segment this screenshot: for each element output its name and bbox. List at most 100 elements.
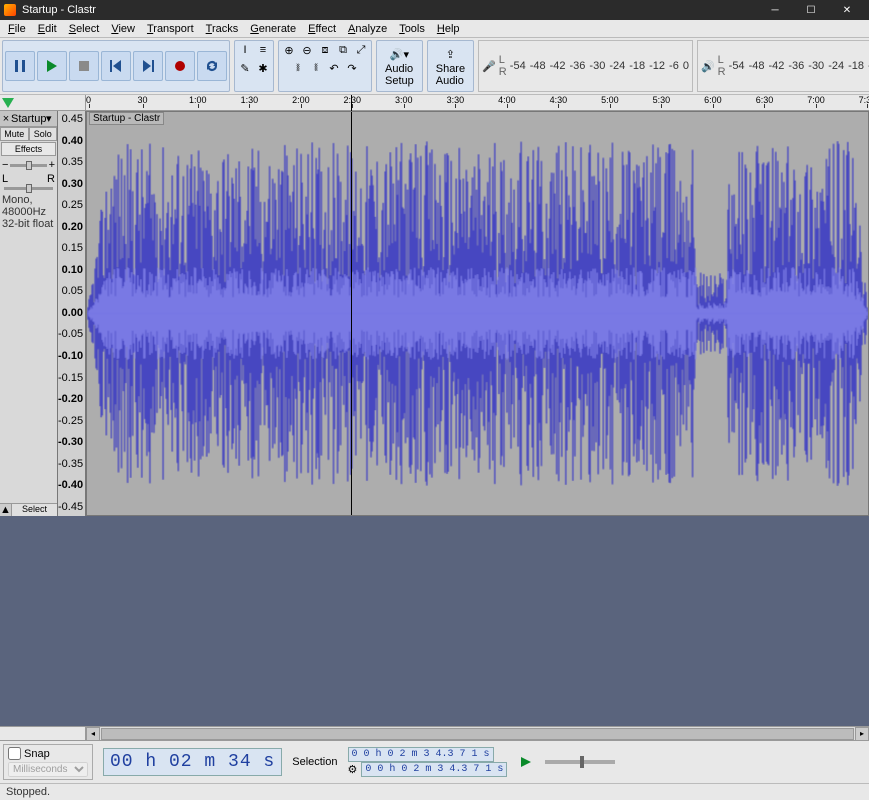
redo-button[interactable]: ↷ — [343, 60, 361, 76]
pause-button[interactable] — [5, 51, 35, 81]
scroll-left-button[interactable]: ◂ — [86, 727, 100, 741]
pan-slider-row — [0, 185, 57, 192]
track-name[interactable]: Startup - Clas — [11, 113, 46, 125]
app-icon — [4, 4, 16, 16]
setup-group: 🔊▾ Audio Setup — [376, 40, 423, 92]
skip-start-button[interactable] — [101, 51, 131, 81]
share-icon: ⇪ — [446, 45, 455, 63]
gain-slider[interactable] — [10, 164, 46, 167]
menu-select[interactable]: Select — [63, 22, 106, 36]
speaker-small-icon: 🔊 — [701, 60, 715, 73]
statusbar: Stopped. — [0, 783, 869, 800]
waveform-area[interactable]: Startup - Clastr — [86, 111, 869, 516]
minimize-button[interactable]: ─ — [757, 0, 793, 20]
mic-icon: 🎤 — [482, 60, 496, 73]
share-audio-button[interactable]: ⇪ Share Audio — [430, 43, 471, 89]
snap-unit-select[interactable]: Milliseconds — [8, 762, 88, 777]
record-meter-scale: -54-48-42-36-30-24-18-12-60 — [510, 60, 689, 72]
selection-end[interactable]: 0 0 h 0 2 m 3 4.3 7 1 s — [361, 762, 507, 777]
envelope-tool[interactable]: ≡ — [254, 42, 272, 58]
tools-group: I ≡ ✎ ✱ — [234, 40, 274, 92]
scroll-thumb[interactable] — [101, 728, 854, 740]
draw-tool[interactable]: ✎ — [236, 60, 254, 76]
track-format-info: Mono, 48000Hz 32-bit float — [0, 192, 57, 232]
zoom-in-button[interactable]: ⊕ — [280, 42, 298, 58]
window-title: Startup - Clastr — [22, 4, 757, 16]
record-button[interactable] — [165, 51, 195, 81]
pan-right-label: R — [47, 173, 55, 185]
timeline[interactable]: 0301:001:302:002:303:003:304:004:305:005… — [0, 95, 869, 111]
fit-project-button[interactable]: ⧉ — [334, 42, 352, 58]
record-meter[interactable]: 🎤 LR -54-48-42-36-30-24-18-12-60 — [478, 40, 693, 92]
play-at-speed-button[interactable] — [517, 753, 535, 771]
playback-speed-slider[interactable] — [545, 760, 615, 764]
time-display[interactable]: 00 h 02 m 34 s — [103, 748, 282, 776]
share-group: ⇪ Share Audio — [427, 40, 474, 92]
main-area: × Startup - Clas ▾ Mute Solo Effects − +… — [0, 111, 869, 740]
menu-file[interactable]: File — [2, 22, 32, 36]
gain-slider-row: − + — [0, 157, 57, 173]
toolbar-row: I ≡ ✎ ✱ ⊕ ⊖ ⧈ ⧉ ⤢ ⧚ ⧛ ↶ ↷ 🔊▾ Audio Setup — [0, 38, 869, 95]
meter-lr-label: LR — [718, 54, 726, 78]
selection-box: Selection — [292, 756, 337, 768]
collapse-button[interactable]: ▲ — [0, 504, 12, 516]
snap-label: Snap — [24, 748, 50, 760]
track-select-button[interactable]: Select — [12, 504, 57, 516]
menu-effect[interactable]: Effect — [302, 22, 342, 36]
speaker-icon: 🔊▾ — [390, 45, 409, 63]
selection-start[interactable]: 0 0 h 0 2 m 3 4.3 7 1 s — [348, 747, 494, 762]
clip-title[interactable]: Startup - Clastr — [89, 112, 164, 125]
timeline-ruler[interactable]: 0301:001:302:002:303:003:304:004:305:005… — [86, 95, 869, 110]
selection-tool[interactable]: I — [236, 42, 254, 58]
menu-generate[interactable]: Generate — [244, 22, 302, 36]
snap-checkbox[interactable] — [8, 747, 21, 760]
play-button[interactable] — [37, 51, 67, 81]
loop-button[interactable] — [197, 51, 227, 81]
fit-selection-button[interactable]: ⧈ — [316, 42, 334, 58]
menu-transport[interactable]: Transport — [141, 22, 200, 36]
track-menu-button[interactable]: ▾ — [46, 112, 56, 125]
solo-button[interactable]: Solo — [29, 127, 58, 141]
zoom-toggle-button[interactable]: ⤢ — [352, 42, 370, 58]
playback-cursor[interactable] — [351, 112, 352, 515]
mute-button[interactable]: Mute — [0, 127, 29, 141]
gear-icon[interactable]: ⚙ — [348, 763, 358, 776]
menu-help[interactable]: Help — [431, 22, 466, 36]
menubar: FileEditSelectViewTransportTracksGenerat… — [0, 20, 869, 38]
empty-tracks-area[interactable] — [0, 516, 869, 726]
snap-box: Snap Milliseconds — [3, 744, 93, 780]
silence-button[interactable]: ⧛ — [307, 60, 325, 76]
multi-tool[interactable]: ✱ — [254, 60, 272, 76]
waveform-canvas[interactable] — [87, 112, 868, 515]
undo-button[interactable]: ↶ — [325, 60, 343, 76]
maximize-button[interactable]: ☐ — [793, 0, 829, 20]
trim-button[interactable]: ⧚ — [289, 60, 307, 76]
play-head-icon[interactable] — [2, 98, 14, 108]
menu-analyze[interactable]: Analyze — [342, 22, 393, 36]
effects-button[interactable]: Effects — [1, 142, 56, 156]
audio-setup-button[interactable]: 🔊▾ Audio Setup — [379, 43, 420, 89]
horizontal-scrollbar[interactable]: ◂ ▸ — [0, 726, 869, 740]
close-button[interactable]: ✕ — [829, 0, 865, 20]
pan-left-label: L — [2, 173, 8, 185]
pan-slider[interactable] — [4, 187, 53, 190]
play-meter[interactable]: 🔊 LR -54-48-42-36-30-24-18-12-60 — [697, 40, 869, 92]
gain-plus-icon: + — [49, 159, 55, 171]
skip-end-button[interactable] — [133, 51, 163, 81]
amplitude-scale[interactable]: 0.450.400.350.300.250.200.150.100.050.00… — [58, 111, 86, 516]
status-text: Stopped. — [6, 786, 50, 798]
titlebar: Startup - Clastr ─ ☐ ✕ — [0, 0, 869, 20]
menu-edit[interactable]: Edit — [32, 22, 63, 36]
tracks-area: × Startup - Clas ▾ Mute Solo Effects − +… — [0, 111, 869, 516]
track-close-button[interactable]: × — [1, 113, 11, 125]
zoom-group: ⊕ ⊖ ⧈ ⧉ ⤢ ⧚ ⧛ ↶ ↷ — [278, 40, 372, 92]
menu-tools[interactable]: Tools — [393, 22, 431, 36]
timeline-gutter — [0, 95, 86, 110]
share-audio-label: Share Audio — [436, 63, 465, 87]
zoom-out-button[interactable]: ⊖ — [298, 42, 316, 58]
stop-button[interactable] — [69, 51, 99, 81]
menu-view[interactable]: View — [105, 22, 141, 36]
scroll-right-button[interactable]: ▸ — [855, 727, 869, 741]
audio-setup-label: Audio Setup — [385, 63, 414, 87]
menu-tracks[interactable]: Tracks — [200, 22, 245, 36]
